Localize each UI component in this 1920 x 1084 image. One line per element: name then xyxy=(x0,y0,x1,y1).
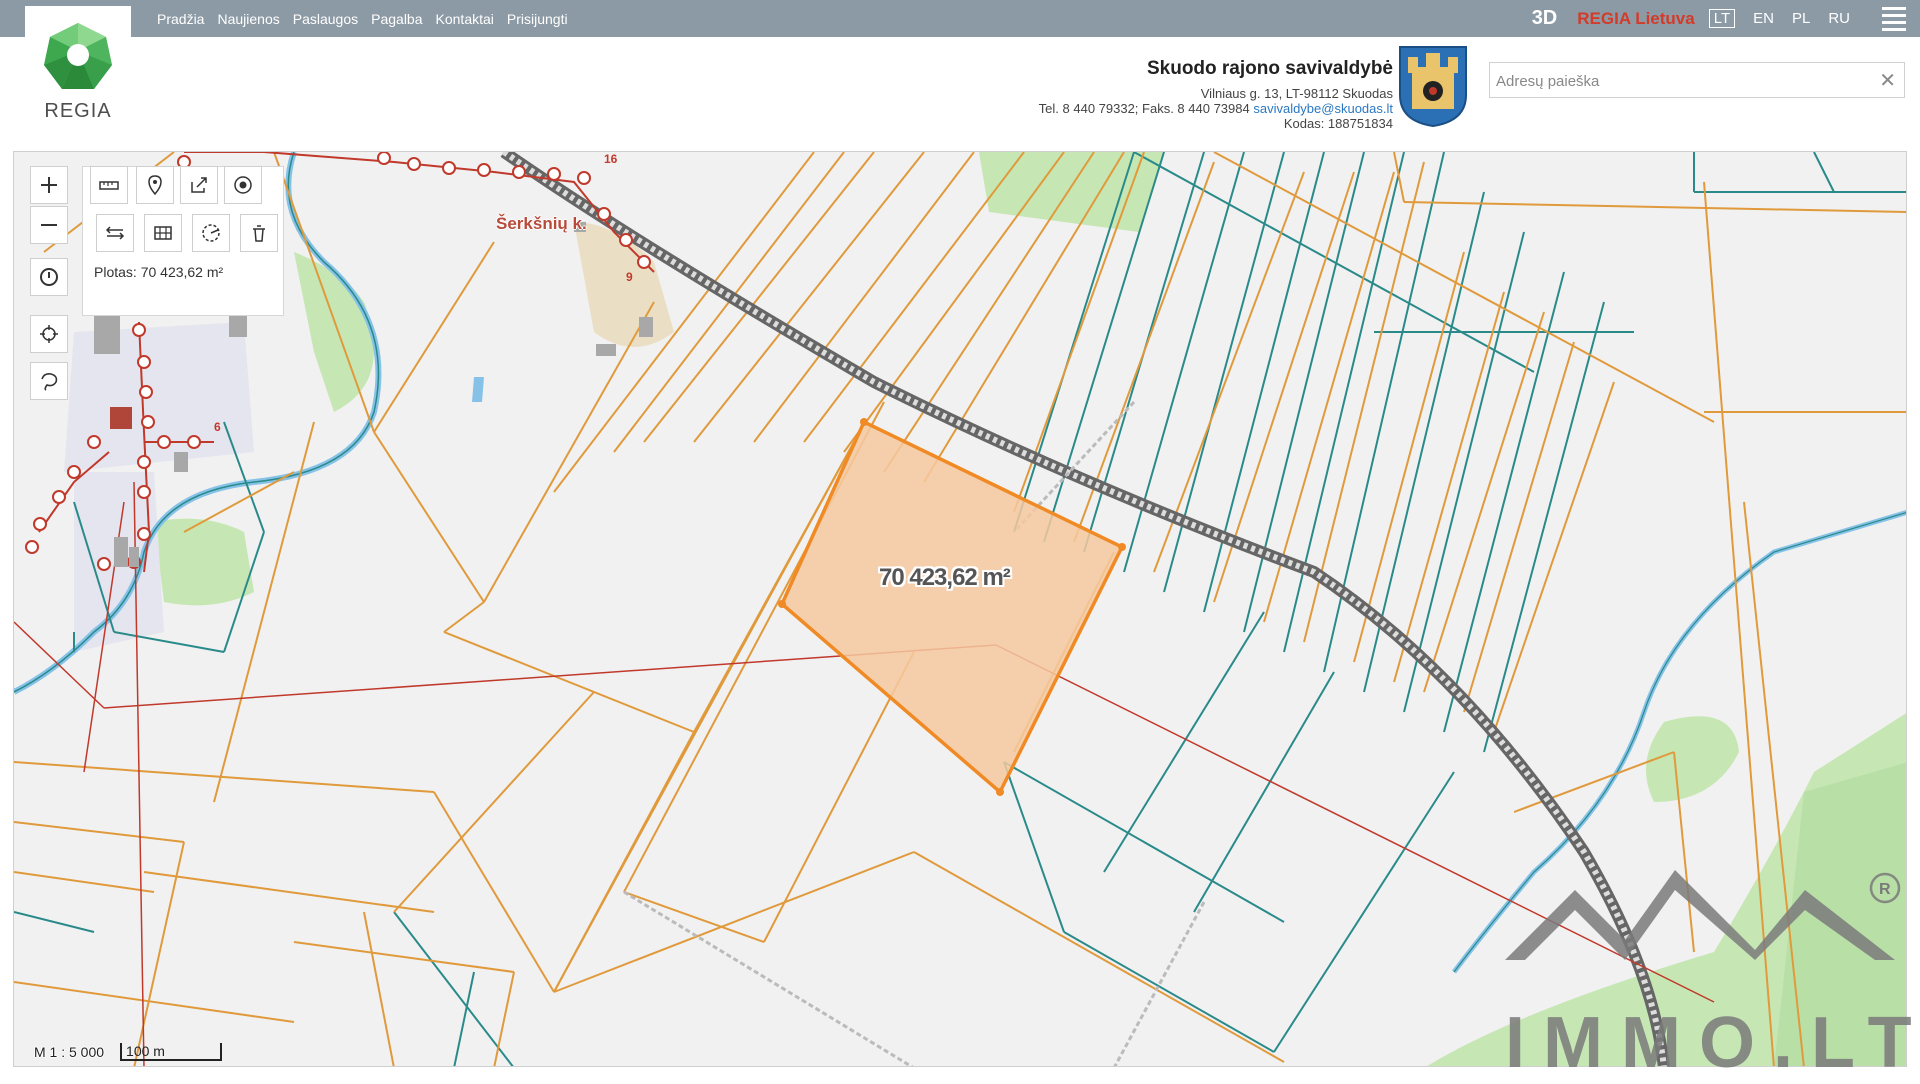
nav-pagalba[interactable]: Pagalba xyxy=(371,11,422,27)
share-button[interactable] xyxy=(180,166,218,204)
address-search: ✕ xyxy=(1489,62,1905,99)
history-button[interactable] xyxy=(30,258,68,296)
regia-region-link[interactable]: REGIA Lietuva xyxy=(1577,9,1694,29)
hamburger-menu-icon[interactable] xyxy=(1882,3,1906,35)
municipality-code: Kodas: 188751834 xyxy=(1283,116,1393,131)
green-area-east xyxy=(1646,716,1739,802)
measure-area-button[interactable] xyxy=(144,214,182,252)
regia-emblem-icon xyxy=(44,23,112,89)
crosshair-icon xyxy=(40,325,58,343)
lang-lt[interactable]: LT xyxy=(1708,9,1736,28)
regia-logo[interactable]: REGIA xyxy=(25,6,131,126)
clock-icon xyxy=(40,268,58,286)
nav-paslaugos[interactable]: Paslaugos xyxy=(293,11,358,27)
nav-kontaktai[interactable]: Kontaktai xyxy=(436,11,494,27)
house-number-label: 6 xyxy=(214,420,221,434)
3d-button[interactable]: 3D xyxy=(1532,7,1558,30)
distance-icon xyxy=(105,226,125,240)
ruler-icon xyxy=(99,181,119,190)
house-number-label: 16 xyxy=(604,152,618,166)
lasso-select-button[interactable] xyxy=(30,362,68,400)
transformer-building xyxy=(110,407,132,429)
nav-pradzia[interactable]: Pradžia xyxy=(157,11,204,27)
place-name-label: Šerkšnių k. xyxy=(496,214,587,233)
map-scale: M 1 : 5 000 100 m xyxy=(34,1043,223,1061)
measure-distance-button[interactable] xyxy=(96,214,134,252)
share-icon xyxy=(191,177,207,193)
trash-icon xyxy=(253,225,265,242)
nav-prisijungti[interactable]: Prisijungti xyxy=(507,11,568,27)
nav-naujienos[interactable]: Naujienos xyxy=(217,11,279,27)
watermark-text: IMMO.LT xyxy=(1505,1003,1920,1083)
close-icon[interactable]: ✕ xyxy=(1879,68,1896,93)
green-area-north xyxy=(979,152,1164,232)
house-number-label: 9 xyxy=(626,270,633,284)
parcel-area-label: 70 423,62 m² xyxy=(879,564,1011,591)
pin-icon xyxy=(148,175,162,196)
zoom-out-button[interactable] xyxy=(30,206,68,244)
area-icon xyxy=(154,226,172,240)
main-nav: Pradžia Naujienos Paslaugos Pagalba Kont… xyxy=(157,0,568,37)
measure-radius-button[interactable] xyxy=(192,214,230,252)
scale-ratio: M 1 : 5 000 xyxy=(34,1044,105,1060)
lang-ru[interactable]: RU xyxy=(1828,10,1850,27)
minus-icon xyxy=(41,224,57,226)
target-icon xyxy=(234,176,252,194)
measure-result: Plotas: 70 423,62 m² xyxy=(94,264,224,280)
radius-icon xyxy=(202,224,220,242)
lasso-icon xyxy=(41,373,58,391)
municipality-info: Skuodo rajono savivaldybė Vilniaus g. 13… xyxy=(1039,58,1393,131)
municipality-address: Vilniaus g. 13, LT-98112 Skuodas xyxy=(1200,86,1393,101)
municipality-email-link[interactable]: savivaldybe@skuodas.lt xyxy=(1253,101,1393,116)
municipality-crest-icon xyxy=(1399,46,1467,127)
lang-en[interactable]: EN xyxy=(1753,10,1774,27)
locate-button[interactable] xyxy=(30,315,68,353)
svg-text:R: R xyxy=(1879,881,1891,898)
point-marker-button[interactable] xyxy=(136,166,174,204)
scale-bar: 100 m xyxy=(120,1043,223,1061)
clear-measure-button[interactable] xyxy=(240,214,278,252)
municipality-phone: Tel. 8 440 79332; Faks. 8 440 73984 xyxy=(1038,101,1250,116)
target-button[interactable] xyxy=(224,166,262,204)
zoom-in-button[interactable] xyxy=(30,166,68,204)
municipality-name: Skuodo rajono savivaldybė xyxy=(1146,58,1393,79)
address-search-input[interactable] xyxy=(1490,63,1858,99)
top-bar: Pradžia Naujienos Paslaugos Pagalba Kont… xyxy=(0,0,1920,37)
lang-pl[interactable]: PL xyxy=(1792,10,1810,27)
logo-text: REGIA xyxy=(44,100,112,122)
plus-icon xyxy=(41,177,57,193)
measure-length-button[interactable] xyxy=(90,166,128,204)
